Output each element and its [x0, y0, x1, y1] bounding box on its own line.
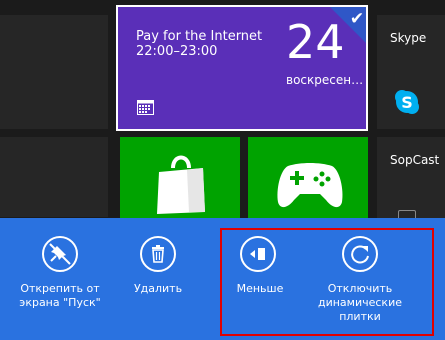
remove-label: Удалить [133, 282, 183, 295]
unpin-button[interactable]: Открепить от экрана "Пуск" [10, 232, 110, 314]
skype-label: Skype [390, 31, 427, 45]
checkmark-icon: ✔ [349, 9, 365, 29]
svg-text:S: S [401, 93, 413, 112]
tile-left-bottom[interactable] [0, 137, 108, 217]
game-controller-icon [277, 163, 343, 208]
calendar-icon [137, 100, 154, 115]
calendar-event-title: Pay for the Internet [136, 29, 263, 44]
trash-icon [140, 236, 176, 272]
calendar-weekday: воскресен… [286, 73, 362, 87]
unpin-label: Открепить от экрана "Пуск" [19, 282, 101, 309]
calendar-day-number: 24 [286, 15, 345, 69]
calendar-event-time: 22:00–23:00 [136, 44, 218, 59]
tile-left-top[interactable] [0, 15, 108, 129]
skype-icon: S [395, 90, 419, 114]
sopcast-label: SopCast [390, 153, 440, 167]
store-bag-icon [157, 155, 205, 214]
highlight-box [220, 228, 434, 336]
remove-button[interactable]: Удалить [118, 232, 198, 302]
unpin-icon [42, 236, 78, 272]
